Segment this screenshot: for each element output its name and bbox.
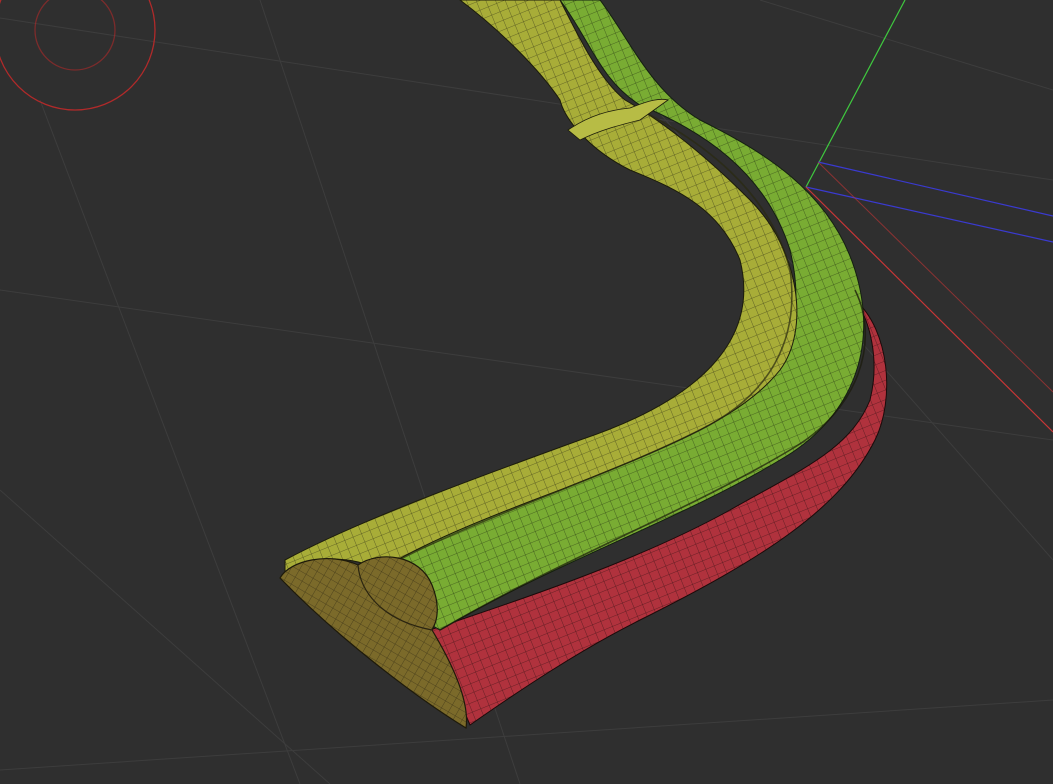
3d-viewport[interactable] <box>0 0 1053 784</box>
rotation-gizmo[interactable] <box>0 0 156 111</box>
z-axis-line <box>817 161 1053 217</box>
grid-line <box>759 0 1053 91</box>
grid-line <box>0 699 1053 771</box>
z-axis-line-2 <box>805 186 1053 243</box>
viewport-canvas[interactable] <box>0 0 1053 784</box>
grid-line <box>39 99 301 784</box>
mesh-object[interactable] <box>279 0 888 729</box>
gizmo-inner-ring[interactable] <box>34 0 116 71</box>
grid-line <box>0 489 331 784</box>
gizmo-outer-ring[interactable] <box>0 0 156 111</box>
grid-line <box>0 289 1053 441</box>
y-axis-line <box>805 0 906 188</box>
